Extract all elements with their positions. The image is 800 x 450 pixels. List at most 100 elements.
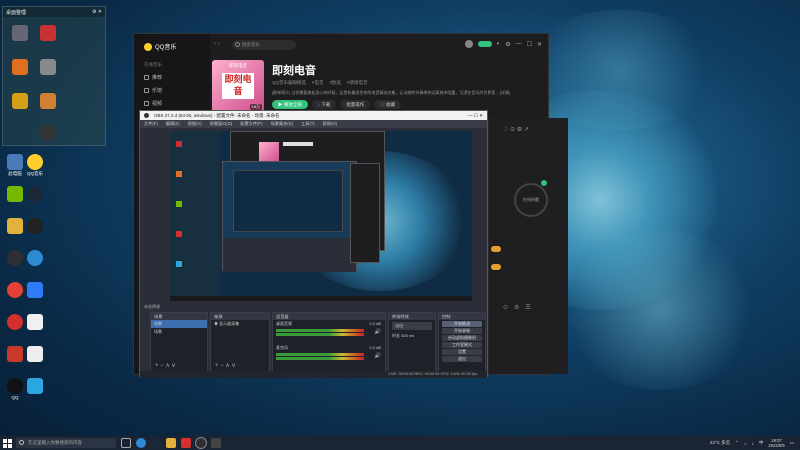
playlist-buttons: ▶ 播放全部 ↓ 下载 批量操作 ♡ 收藏 [272, 100, 402, 109]
menu-help[interactable]: 帮助(H) [323, 120, 337, 128]
playlist-cover[interactable]: 即刻电音 即刻电音 18万 [212, 60, 264, 112]
fence-icon[interactable] [33, 59, 63, 76]
sources-toolbar[interactable]: + − ∧ ∨ [215, 362, 236, 369]
obs-preview[interactable] [170, 131, 472, 301]
netease-icon[interactable] [181, 438, 191, 448]
tag-pill[interactable] [491, 264, 501, 270]
edge-icon[interactable] [136, 438, 146, 448]
right-panel-icons[interactable]: ♡ ⊙ ⚙ ↗ [503, 126, 529, 133]
sidebar-item-video[interactable]: 视频 [144, 100, 162, 107]
mixer-dock: 混音器 桌面音频 0.0 dB 🔊 麦克风 0.0 dB 🔊 [272, 312, 386, 372]
desktop-icon-qqmusic[interactable]: QQ音乐 [20, 154, 50, 176]
virtual-camera-button[interactable]: 启动虚拟摄像机 [442, 335, 482, 341]
fence-icon[interactable] [5, 25, 35, 42]
qqmusic-right-panel[interactable]: ♡ ⊙ ⚙ ↗ 在线听歌 ⊙ ⚙ ☰ [488, 118, 568, 374]
avatar[interactable] [464, 40, 473, 48]
desktop-icon-red[interactable] [20, 314, 50, 331]
transition-select[interactable]: 淡出 [392, 322, 432, 330]
menu-file[interactable]: 文件(F) [144, 120, 158, 128]
edge-icon [27, 250, 43, 266]
volume-icon[interactable]: ♪ [752, 441, 754, 446]
fence-icon[interactable] [33, 93, 63, 110]
menu-edit[interactable]: 编辑(E) [166, 120, 180, 128]
scenes-dock-title: 场景 [151, 313, 207, 320]
sidebar-title: 在线音乐 [144, 62, 162, 67]
chevron-up-icon[interactable]: ⌃ [735, 440, 739, 446]
maximize-icon[interactable]: ☐ [527, 41, 532, 48]
sidebar-item-recommend[interactable]: 推荐 [144, 74, 162, 81]
vip-badge[interactable] [477, 41, 492, 47]
fence-icon[interactable] [5, 93, 35, 110]
settings-icon[interactable]: ⚙ [505, 41, 510, 48]
clock[interactable]: 19:07 2022/6/5 [768, 438, 784, 448]
batch-button[interactable]: 批量操作 [340, 100, 371, 109]
skin-icon[interactable]: ◐ [497, 41, 501, 47]
start-button[interactable] [0, 436, 14, 450]
qqmusic-logo: QQ音乐 [144, 42, 176, 51]
scenes-toolbar[interactable]: + − ∧ ∨ [155, 362, 176, 369]
listen-circle[interactable]: 在线听歌 [514, 183, 548, 217]
volume-meter [276, 329, 364, 332]
scene-item[interactable]: 场景 [151, 320, 207, 328]
desktop-icon-misc[interactable] [20, 378, 50, 395]
menu-tools[interactable]: 工具(T) [301, 120, 315, 128]
source-item[interactable]: ◉ 显示器采集 [211, 320, 269, 328]
play-all-button[interactable]: ▶ 播放全部 [272, 100, 308, 109]
right-panel-controls[interactable]: ⊙ ⚙ ☰ [503, 304, 531, 311]
fence-controls[interactable]: ⚙ ✕ [92, 9, 102, 15]
obs-icon[interactable] [195, 437, 207, 449]
gear-icon: ⚙ [514, 305, 520, 311]
obs-docks: 未选择源 场景 场景 场景 + − ∧ ∨ 来源 ◉ 显示器采集 + − ∧ ∨… [140, 304, 487, 378]
desktop-icon-edge[interactable] [20, 250, 50, 267]
desktop-icon-ghub[interactable] [20, 218, 50, 235]
volume-meter [276, 357, 364, 360]
menu-docks[interactable]: 停靠窗口(D) [210, 120, 233, 128]
settings-button[interactable]: 设置 [442, 349, 482, 355]
notification-icon[interactable]: ▭ [790, 440, 794, 446]
sidebar-item-library[interactable]: 乐馆 [144, 87, 162, 94]
network-icon[interactable]: ⌂ [744, 441, 747, 446]
mixer-channel-mic[interactable]: 麦克风 0.0 dB 🔊 [273, 344, 385, 368]
collect-button[interactable]: ♡ 收藏 [374, 100, 402, 109]
tool-icon [27, 346, 43, 362]
taskbar-search-input[interactable]: 在这里输入你要搜索的内容 [16, 438, 116, 448]
qqmusic-search-input[interactable]: 搜索音乐 [232, 40, 296, 50]
window-controls[interactable]: — ☐ ✕ [468, 111, 483, 120]
ime-indicator[interactable]: 中 [759, 440, 764, 446]
scene-item[interactable]: 场景 [151, 328, 207, 336]
fence-icon[interactable] [33, 125, 63, 142]
menu-view[interactable]: 视图(V) [188, 120, 202, 128]
folder-icon[interactable] [166, 438, 176, 448]
duration-row[interactable]: 时长 300 ms [389, 332, 435, 340]
desktop-icon-steam[interactable] [20, 186, 50, 203]
preview-desktop-icons [170, 131, 220, 296]
task-view-icon[interactable] [121, 438, 131, 448]
mic-icon[interactable]: 🔊 [375, 353, 381, 359]
weather[interactable]: 23°C 多云 [710, 440, 730, 446]
download-button[interactable]: ↓ 下载 [311, 100, 337, 109]
obs-window[interactable]: OBS 27.2.4 (64-bit, windows) - 配置文件: 未命名… [139, 110, 488, 378]
fence-icon[interactable] [33, 25, 63, 42]
start-recording-button[interactable]: 开始录制 [442, 328, 482, 334]
nav-arrows[interactable]: ‹ › [214, 41, 220, 47]
desktop-fence[interactable]: 桌面整理 ⚙ ✕ [2, 6, 106, 146]
volume-meter [276, 333, 364, 336]
start-streaming-button[interactable]: 开始推流 [442, 321, 482, 327]
steam-icon[interactable] [151, 438, 161, 448]
studio-mode-button[interactable]: 工作室模式 [442, 342, 482, 348]
menu-profile[interactable]: 配置文件(P) [240, 120, 262, 128]
speaker-icon[interactable]: 🔊 [375, 329, 381, 335]
fence-icon[interactable] [5, 59, 35, 76]
mixer-channel-desktop[interactable]: 桌面音频 0.0 dB 🔊 [273, 320, 385, 344]
tag-pill[interactable] [491, 246, 501, 252]
minimize-icon[interactable]: — [516, 41, 522, 47]
desktop-icon-tool[interactable] [20, 346, 50, 363]
desktop-icon-meeting[interactable] [20, 282, 50, 299]
menu-scene-collection[interactable]: 场景集合(S) [271, 120, 293, 128]
transitions-dock: 转场特效 淡出 时长 300 ms [388, 312, 436, 372]
exit-button[interactable]: 退出 [442, 356, 482, 362]
system-tray: 23°C 多云 ⌃ ⌂ ♪ 中 19:07 2022/6/5 ▭ [710, 438, 800, 448]
scenes-dock: 场景 场景 场景 + − ∧ ∨ [150, 312, 208, 372]
close-icon[interactable]: ✕ [537, 41, 542, 48]
app-icon[interactable] [211, 438, 221, 448]
